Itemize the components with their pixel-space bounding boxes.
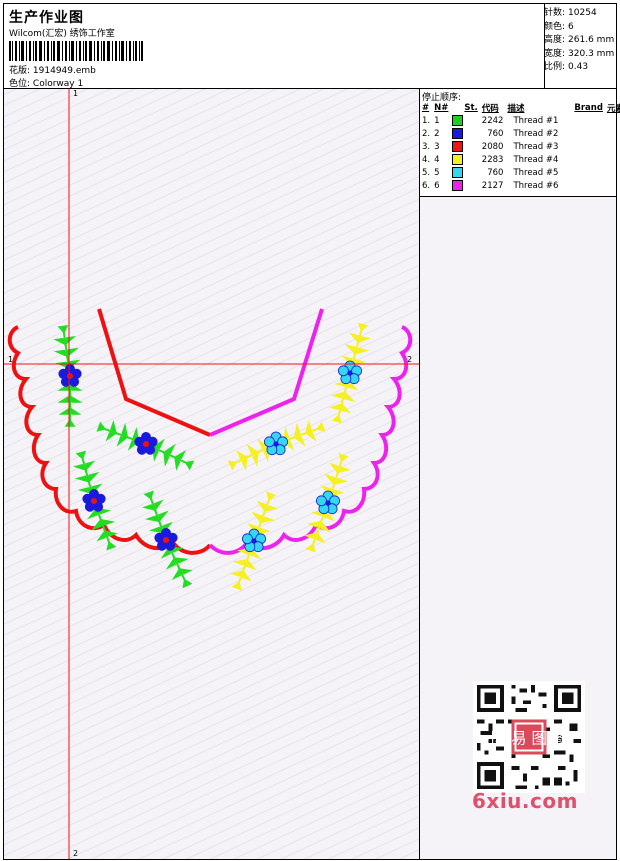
col-index: # bbox=[422, 102, 430, 113]
thread-table: # N# St. 代码 描述 Brand 元素 1. 1 2242 Thread #… bbox=[420, 101, 620, 192]
axis-label-h-left: 1 bbox=[8, 355, 14, 364]
side-panel: 停止顺序: # N# St. 代码 描述 Brand 元素 1. 1 2242 Th… bbox=[419, 88, 620, 860]
stat-width: 宽度: 320.3 mm bbox=[544, 48, 615, 59]
design-label: 花版: bbox=[9, 66, 31, 76]
axis-label-v-top: 1 bbox=[73, 89, 79, 98]
col-brand: Brand bbox=[574, 102, 603, 113]
color-swatch bbox=[452, 180, 464, 191]
table-row: 3. 3 2080 Thread #3 bbox=[422, 141, 559, 152]
fabric-texture bbox=[4, 89, 419, 859]
color-swatch bbox=[452, 154, 464, 165]
stat-scale: 比例: 0.43 bbox=[544, 62, 589, 72]
col-element: 元素 bbox=[606, 103, 620, 114]
header-panel: 生产作业图 Wilcom(汇宏) 绣饰工作室 花版: 1914949.emb 色… bbox=[3, 3, 617, 89]
table-row: 6. 6 2127 Thread #6 bbox=[422, 180, 559, 191]
barcode bbox=[9, 41, 143, 61]
color-swatch bbox=[452, 128, 464, 139]
embroidery-design bbox=[4, 89, 419, 859]
qr-stamp-text: 图 易 图 图 bbox=[491, 730, 567, 748]
col-desc: 描述 bbox=[507, 103, 525, 114]
design-stats: 针数: 10254 颜色: 6 高度: 261.6 mm 宽度: 320.3 mm 比例… bbox=[544, 7, 614, 75]
col-st: St. bbox=[464, 102, 478, 113]
thread-table-header: # N# St. 代码 描述 Brand 元素 bbox=[420, 101, 620, 114]
page-title: 生产作业图 bbox=[9, 10, 84, 26]
brand-watermark: 6xiu.com bbox=[472, 789, 578, 813]
design-file-row: 花版: 1914949.emb bbox=[9, 63, 96, 76]
table-row: 2. 2 760 Thread #2 bbox=[422, 128, 559, 139]
stop-sequence-panel: 停止顺序: # N# St. 代码 描述 Brand 元素 1. 1 2242 Th… bbox=[420, 89, 620, 197]
col-needle: N# bbox=[434, 102, 449, 113]
axis-label-v-bottom: 2 bbox=[73, 849, 79, 858]
color-swatch bbox=[452, 115, 464, 126]
stat-stitches: 针数: 10254 bbox=[544, 8, 597, 18]
color-swatch bbox=[452, 167, 464, 178]
col-code: 代码 bbox=[481, 103, 499, 114]
studio-name: Wilcom(汇宏) 绣饰工作室 bbox=[9, 29, 115, 39]
table-row: 1. 1 2242 Thread #1 bbox=[422, 115, 559, 126]
axis-label-h-right: 2 bbox=[407, 355, 413, 364]
design-file: 1914949.emb bbox=[32, 66, 96, 76]
qr-code: 图 易 图 图 bbox=[473, 681, 585, 793]
table-row: 5. 5 760 Thread #5 bbox=[422, 167, 559, 178]
table-row: 4. 4 2283 Thread #4 bbox=[422, 154, 559, 165]
color-swatch bbox=[452, 141, 464, 152]
stat-colors: 颜色: 6 bbox=[544, 21, 574, 32]
stat-height: 高度: 261.6 mm bbox=[544, 35, 615, 45]
design-canvas: 1 2 1 2 bbox=[3, 88, 420, 860]
